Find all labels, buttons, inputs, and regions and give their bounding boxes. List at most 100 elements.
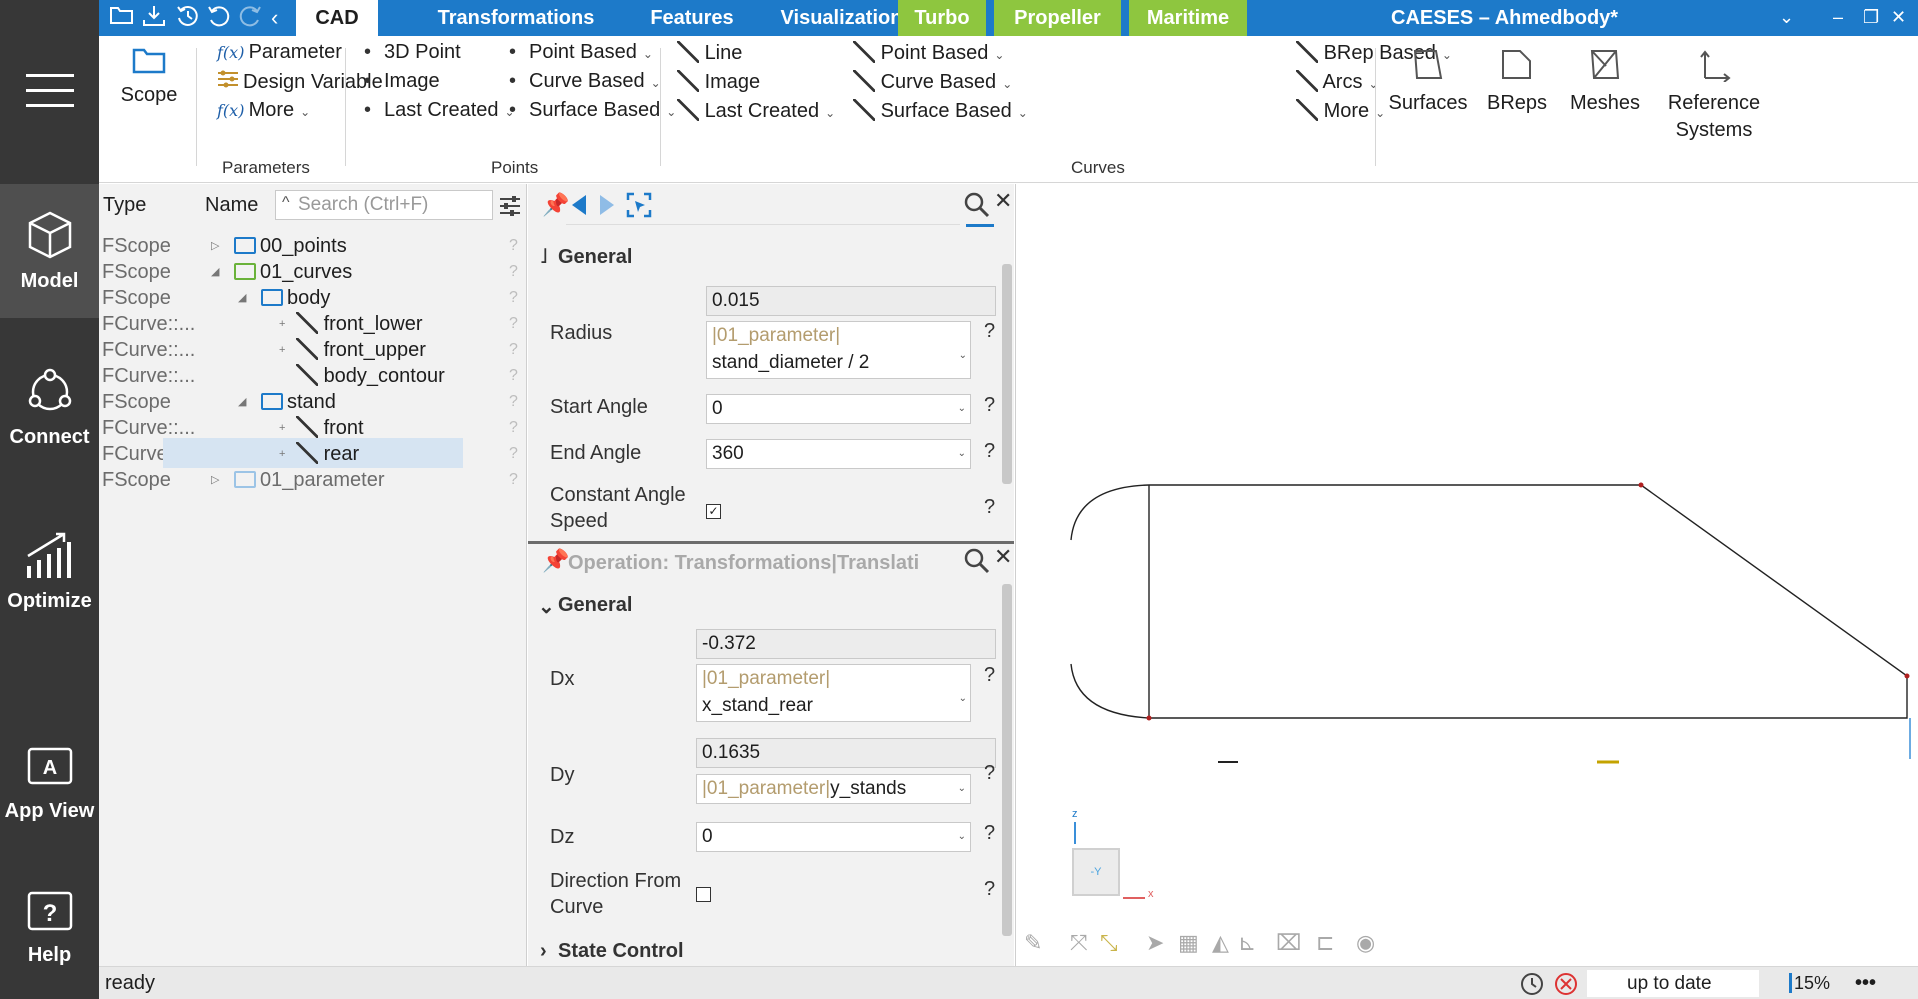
zoom-selection-icon[interactable]: ⤡ xyxy=(1100,930,1118,956)
constant-angle-speed-checkbox[interactable]: ✓ xyxy=(706,504,721,519)
end-angle-field[interactable]: 360 ⌄ xyxy=(706,439,971,469)
chevron-down-icon[interactable]: ⌄ xyxy=(958,775,966,803)
help-question-icon[interactable]: ? xyxy=(984,394,995,417)
help-question-icon[interactable]: ? xyxy=(984,822,995,845)
pin-icon[interactable]: 📌 xyxy=(542,192,569,218)
help-question-icon[interactable]: ? xyxy=(984,664,995,687)
cancel-icon[interactable] xyxy=(1553,971,1579,997)
pin-icon[interactable]: 📌 xyxy=(542,548,569,574)
tab-turbo[interactable]: Turbo xyxy=(898,0,986,36)
chevron-down-icon[interactable]: ⌄ xyxy=(1779,0,1794,34)
undo-icon[interactable] xyxy=(206,4,232,35)
forward-arrow-icon[interactable] xyxy=(598,194,616,216)
view-grid-icon[interactable]: ▦ xyxy=(1178,930,1199,956)
search-input[interactable]: Search (Ctrl+F) xyxy=(275,190,493,220)
curve-surface-based-button[interactable]: Surface Based ⌄ xyxy=(853,99,1028,123)
curve-last-created-button[interactable]: Last Created ⌄ xyxy=(677,99,835,123)
sidebar-item-model[interactable]: Model xyxy=(0,184,99,318)
scope-button[interactable]: Scope xyxy=(109,46,189,109)
tree-row[interactable]: FScope ▷ 01_parameter ? xyxy=(99,464,527,496)
restore-icon[interactable]: ❐ xyxy=(1863,0,1879,34)
close-icon[interactable]: ✕ xyxy=(1891,0,1906,34)
sidebar-item-connect[interactable]: Connect xyxy=(0,368,99,458)
dy-expression-field[interactable]: |01_parameter|y_stands ⌄ xyxy=(696,774,971,804)
eye-icon[interactable]: ◉ xyxy=(1356,930,1375,956)
more-options-icon[interactable]: ••• xyxy=(1855,967,1876,999)
expand-arrow-icon[interactable]: › xyxy=(540,940,547,963)
back-arrow-icon[interactable] xyxy=(570,194,588,216)
sidebar-item-optimize[interactable]: Optimize xyxy=(0,530,99,620)
chevron-down-icon[interactable]: ⌄ xyxy=(959,342,967,369)
3d-viewport[interactable]: z -Y x ✎ ⤧ ⤡ ➤ ▦ ◭ ⊾ ⌧ ⊏ ◉ xyxy=(1015,184,1918,966)
tab-maritime[interactable]: Maritime xyxy=(1129,0,1247,36)
surface-based-point-button[interactable]: • Surface Based ⌄ xyxy=(509,99,676,122)
chevron-left-icon[interactable]: ‹ xyxy=(271,4,278,32)
tab-features[interactable]: Features xyxy=(627,0,757,36)
curve-image-button[interactable]: Image xyxy=(677,70,760,94)
chevron-down-icon[interactable]: ⌄ xyxy=(958,440,966,468)
redo-icon[interactable] xyxy=(237,4,263,35)
section-general-header[interactable]: General xyxy=(558,594,632,617)
open-folder-icon[interactable] xyxy=(109,4,135,33)
close-icon[interactable]: ✕ xyxy=(994,188,1012,214)
curve-based-point-button[interactable]: • Curve Based ⌄ xyxy=(509,70,661,93)
dx-expression-field[interactable]: |01_parameter| x_stand_rear ⌄ xyxy=(696,664,971,722)
start-angle-field[interactable]: 0 ⌄ xyxy=(706,394,971,424)
arcs-button[interactable]: Arcs ⌄ xyxy=(1296,70,1379,94)
chevron-down-icon[interactable]: ⌄ xyxy=(958,823,966,851)
parameter-button[interactable]: f(x) Parameter xyxy=(217,41,342,64)
history-icon[interactable] xyxy=(175,4,201,35)
column-header-name[interactable]: Name xyxy=(205,194,258,217)
breps-button[interactable]: BReps xyxy=(1477,48,1557,117)
history-clock-icon[interactable] xyxy=(1519,971,1545,997)
menu-button[interactable] xyxy=(0,50,99,130)
more-curves-button[interactable]: More ⌄ xyxy=(1296,99,1385,123)
point-based-button[interactable]: • Point Based ⌄ xyxy=(509,41,653,64)
view-cube[interactable]: -Y xyxy=(1072,848,1120,896)
section-general-header[interactable]: General xyxy=(558,246,632,269)
column-header-type[interactable]: Type xyxy=(103,194,146,217)
point-last-created-button[interactable]: • Last Created ⌄ xyxy=(364,99,515,122)
sidebar-item-app-view[interactable]: A App View xyxy=(0,746,99,836)
radius-expression-field[interactable]: |01_parameter| stand_diameter / 2 ⌄ xyxy=(706,321,971,379)
design-variable-button[interactable]: Design Variable xyxy=(217,70,383,94)
point-image-button[interactable]: • Image xyxy=(364,70,440,93)
tab-cad[interactable]: CAD xyxy=(296,0,378,36)
save-download-icon[interactable] xyxy=(141,4,167,35)
dz-field[interactable]: 0 ⌄ xyxy=(696,822,971,852)
camera-icon[interactable]: ⌧ xyxy=(1276,930,1301,956)
geometry-canvas[interactable] xyxy=(1016,184,1918,966)
curve-point-based-button[interactable]: Point Based ⌄ xyxy=(853,41,1004,65)
section-state-control-header[interactable]: State Control xyxy=(558,940,684,963)
zoom-fit-icon[interactable]: ⤧ xyxy=(1070,930,1088,956)
pencil-icon[interactable]: ✎ xyxy=(1024,930,1042,956)
chevron-down-icon[interactable]: ⌄ xyxy=(959,685,967,712)
scrollbar-thumb[interactable] xyxy=(1002,584,1012,936)
direction-from-curve-checkbox[interactable] xyxy=(696,887,711,902)
help-question-icon[interactable]: ? xyxy=(984,878,995,901)
tab-propeller[interactable]: Propeller xyxy=(994,0,1121,36)
help-question-icon[interactable]: ? xyxy=(509,464,518,496)
help-question-icon[interactable]: ? xyxy=(984,320,995,343)
curve-curve-based-button[interactable]: Curve Based ⌄ xyxy=(853,70,1012,94)
chevron-down-icon[interactable]: ⌄ xyxy=(958,395,966,423)
sidebar-item-help[interactable]: ? Help xyxy=(0,890,99,980)
filter-settings-icon[interactable] xyxy=(499,196,521,216)
close-icon[interactable]: ✕ xyxy=(994,544,1012,570)
select-target-icon[interactable] xyxy=(626,192,652,218)
3d-point-button[interactable]: • 3D Point xyxy=(364,41,461,64)
collapse-chevron-icon[interactable]: ⌄ xyxy=(538,594,555,619)
meshes-button[interactable]: Meshes xyxy=(1565,48,1645,117)
reference-systems-button[interactable]: Reference Systems xyxy=(1659,48,1769,144)
search-icon[interactable] xyxy=(964,192,990,218)
axes-icon[interactable]: ⊾ xyxy=(1238,930,1256,956)
line-button[interactable]: Line xyxy=(677,41,742,65)
select-pointer-icon[interactable]: ➤ xyxy=(1146,930,1164,956)
help-question-icon[interactable]: ? xyxy=(984,762,995,785)
help-question-icon[interactable]: ? xyxy=(984,496,995,519)
search-icon[interactable] xyxy=(964,548,990,574)
panel-splitter[interactable] xyxy=(528,541,1014,544)
mirror-icon[interactable]: ◭ xyxy=(1212,930,1229,956)
scrollbar-thumb[interactable] xyxy=(1002,264,1012,484)
tab-transformations[interactable]: Transformations xyxy=(421,0,611,36)
